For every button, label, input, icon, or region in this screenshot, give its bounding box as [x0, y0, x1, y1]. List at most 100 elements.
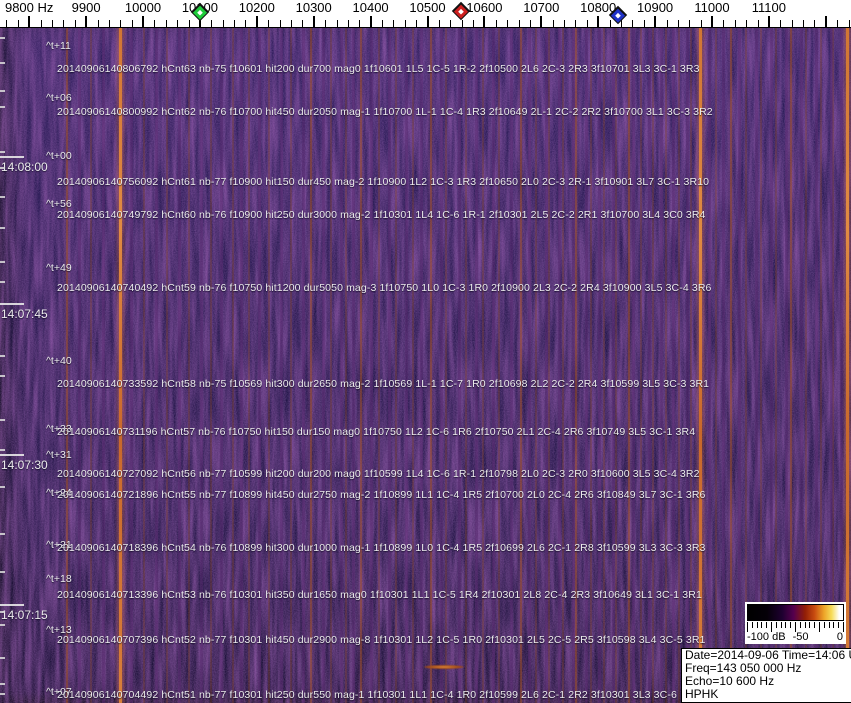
carrier-line [130, 27, 133, 703]
db-scale-tick [751, 622, 753, 628]
db-scale-tick [790, 622, 792, 628]
carrier-line [520, 27, 522, 703]
carrier-line [498, 27, 500, 703]
carrier-line [200, 27, 203, 703]
freq-axis-minor-tick [108, 20, 110, 27]
db-scale-tick [799, 622, 801, 628]
freq-axis-minor-tick [6, 20, 8, 27]
freq-axis-minor-tick [575, 20, 577, 27]
carrier-line [672, 27, 675, 703]
freq-axis-major-tick [824, 16, 827, 27]
carrier-line [482, 27, 484, 703]
freq-axis-minor-tick [40, 20, 42, 27]
carrier-line [510, 27, 513, 703]
freq-axis-major-tick [85, 16, 88, 27]
freq-axis-minor-tick [461, 20, 463, 27]
db-scale-tick [833, 622, 835, 628]
freq-axis-minor-tick [689, 20, 691, 27]
freq-axis-label: 10300 [295, 0, 332, 15]
freq-axis-major-tick [540, 16, 543, 27]
db-scale-tick [814, 622, 816, 628]
carrier-line [465, 27, 467, 703]
carrier-line [708, 27, 711, 703]
freq-axis-label: 10700 [523, 0, 560, 15]
carrier-line [412, 27, 414, 703]
freq-axis-minor-tick [302, 20, 304, 27]
freq-axis-minor-tick [347, 20, 349, 27]
carrier-line [585, 27, 588, 703]
carrier-line [220, 27, 223, 703]
freq-axis-major-tick [312, 16, 315, 27]
carrier-line [445, 27, 447, 703]
freq-axis-minor-tick [757, 20, 759, 27]
carrier-line [290, 27, 292, 703]
freq-axis-label: 10000 [124, 0, 162, 15]
carrier-line [458, 27, 461, 703]
carrier-line [628, 27, 630, 703]
carrier-line [652, 27, 654, 703]
carrier-line [210, 27, 212, 703]
freq-axis-minor-tick [52, 20, 53, 27]
freq-axis-minor-tick [723, 20, 725, 27]
carrier-line [388, 27, 391, 703]
carrier-line [632, 27, 635, 703]
carrier-line [378, 27, 380, 703]
freq-axis-minor-tick [165, 20, 167, 27]
carrier-line [612, 27, 615, 703]
freq-axis-label: 10600 [466, 0, 503, 15]
status-info-box: Date=2014-09-06 Time=14:06 UTCFreq=143 0… [681, 648, 851, 703]
carrier-line [330, 27, 332, 703]
carrier-line [66, 27, 68, 703]
carrier-line [78, 27, 81, 703]
db-color-scale: -100 dB -50 0 [745, 602, 846, 644]
carrier-line [572, 27, 575, 703]
carrier-line [678, 27, 680, 703]
freq-axis-minor-tick [507, 20, 509, 27]
carrier-line [166, 27, 168, 703]
freq-axis-major-tick [369, 16, 372, 27]
spectrogram [0, 27, 851, 703]
freq-axis-label: 11100 [751, 0, 787, 15]
carrier-line [640, 27, 642, 703]
carrier-line [240, 27, 243, 703]
carrier-line [280, 27, 283, 703]
freq-axis-minor-tick [325, 20, 327, 27]
freq-axis-minor-tick [552, 20, 554, 27]
carrier-line [155, 27, 158, 703]
freq-axis-label: 10500 [409, 0, 446, 15]
freq-axis-minor-tick [188, 20, 190, 27]
carrier-line [603, 27, 605, 703]
carrier-line [562, 27, 564, 703]
carrier-lines [0, 27, 851, 703]
freq-axis-minor-tick [268, 20, 270, 27]
freq-axis-minor-tick [643, 20, 645, 27]
freq-axis-minor-tick [154, 20, 156, 27]
carrier-line [440, 27, 443, 703]
freq-axis-minor-tick [632, 20, 634, 27]
carrier-line [528, 27, 531, 703]
freq-axis-minor-tick [564, 20, 566, 27]
carrier-line [690, 27, 692, 703]
db-scale-tick [756, 622, 758, 628]
freq-axis-minor-tick [222, 20, 224, 27]
carrier-line [535, 27, 537, 703]
carrier-line [686, 27, 689, 703]
carrier-line [598, 27, 601, 703]
carrier-line [548, 27, 550, 703]
freq-axis-minor-tick [97, 20, 99, 27]
freq-axis-minor-tick [666, 20, 668, 27]
carrier-line [90, 27, 92, 703]
freq-axis-minor-tick [336, 20, 338, 27]
carrier-line [345, 27, 347, 703]
carrier-line [545, 27, 548, 703]
freq-axis-label: 10400 [352, 0, 389, 15]
freq-axis-minor-tick [848, 20, 850, 27]
db-scale-labels: -100 dB -50 0 [745, 631, 846, 644]
freq-axis-minor-tick [609, 20, 611, 27]
info-line: HPHK [685, 687, 719, 701]
freq-axis-minor-tick [438, 20, 440, 27]
freq-axis-minor-tick [803, 20, 804, 27]
app-window: ^t+11 20140906140806792 hCnt63 nb-75 f106… [0, 0, 851, 703]
db-scale-label: -100 dB [747, 631, 786, 643]
carrier-line [143, 27, 145, 703]
